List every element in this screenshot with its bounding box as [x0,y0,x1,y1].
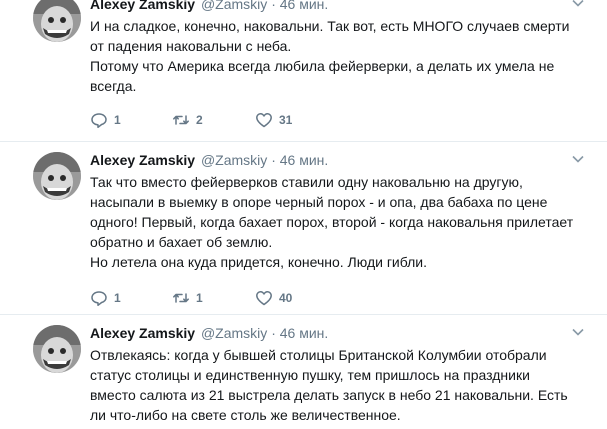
heart-icon [256,291,272,306]
tweet-header: Alexey Zamskiy @Zamskiy · 46 мин. [90,323,577,343]
timestamp[interactable]: 46 мин. [280,152,329,168]
timestamp[interactable]: 46 мин. [280,325,329,341]
author-name[interactable]: Alexey Zamskiy [90,152,195,168]
like-count: 40 [279,291,293,305]
retweet-button[interactable]: 1 [172,288,203,308]
like-count: 31 [279,113,293,127]
retweet-count: 1 [196,291,203,305]
tweet-divider [0,141,607,142]
retweet-icon [173,115,189,125]
like-button[interactable]: 31 [255,110,292,130]
separator-dot: · [271,0,276,12]
timestamp[interactable]: 46 мин. [280,0,329,12]
tweet-divider [0,314,607,315]
avatar-image [33,0,81,42]
chevron-down-icon[interactable] [571,325,585,339]
tweet-paragraph: Потому что Америка всегда любила фейерве… [90,58,555,94]
avatar-image [33,325,81,373]
timeline: Alexey Zamskiy @Zamskiy · 46 мин. И на с… [0,0,607,429]
reply-icon [91,291,107,307]
avatar[interactable] [33,152,81,200]
retweet-count: 2 [196,113,203,127]
tweet-paragraph: И на сладкое, конечно, наковальни. Так в… [90,18,570,54]
retweet-icon [173,293,189,303]
reply-count: 1 [114,113,121,127]
separator-dot: · [271,152,276,168]
author-handle[interactable]: @Zamskiy [201,0,267,12]
tweet-text: Так что вместо фейерверков ставили одну … [90,172,577,272]
retweet-button[interactable]: 2 [172,110,203,130]
avatar[interactable] [33,325,81,373]
tweet-actions: 1 2 31 [90,110,577,130]
tweet-actions: 1 1 40 [90,288,577,308]
chevron-down-icon[interactable] [571,152,585,166]
avatar-image [33,152,81,200]
tweet-header: Alexey Zamskiy @Zamskiy · 46 мин. [90,150,577,170]
reply-button[interactable]: 1 [90,288,121,308]
chevron-down-icon[interactable] [571,0,585,10]
heart-icon [256,113,272,128]
tweet-paragraph: Отвлекаясь: когда у бывшей столицы Брита… [90,347,568,423]
tweet-text: И на сладкое, конечно, наковальни. Так в… [90,16,577,96]
reply-count: 1 [114,291,121,305]
author-handle[interactable]: @Zamskiy [201,152,267,168]
tweet-header: Alexey Zamskiy @Zamskiy · 46 мин. [90,0,577,14]
tweet-paragraph: Но летела она куда придется, конечно. Лю… [90,254,428,270]
author-handle[interactable]: @Zamskiy [201,325,267,341]
avatar[interactable] [33,0,81,42]
separator-dot: · [271,325,276,341]
author-name[interactable]: Alexey Zamskiy [90,325,195,341]
author-name[interactable]: Alexey Zamskiy [90,0,195,12]
reply-button[interactable]: 1 [90,110,121,130]
tweet-text: Отвлекаясь: когда у бывшей столицы Брита… [90,345,577,425]
reply-icon [91,113,107,129]
like-button[interactable]: 40 [255,288,292,308]
tweet-paragraph: Так что вместо фейерверков ставили одну … [90,174,574,250]
